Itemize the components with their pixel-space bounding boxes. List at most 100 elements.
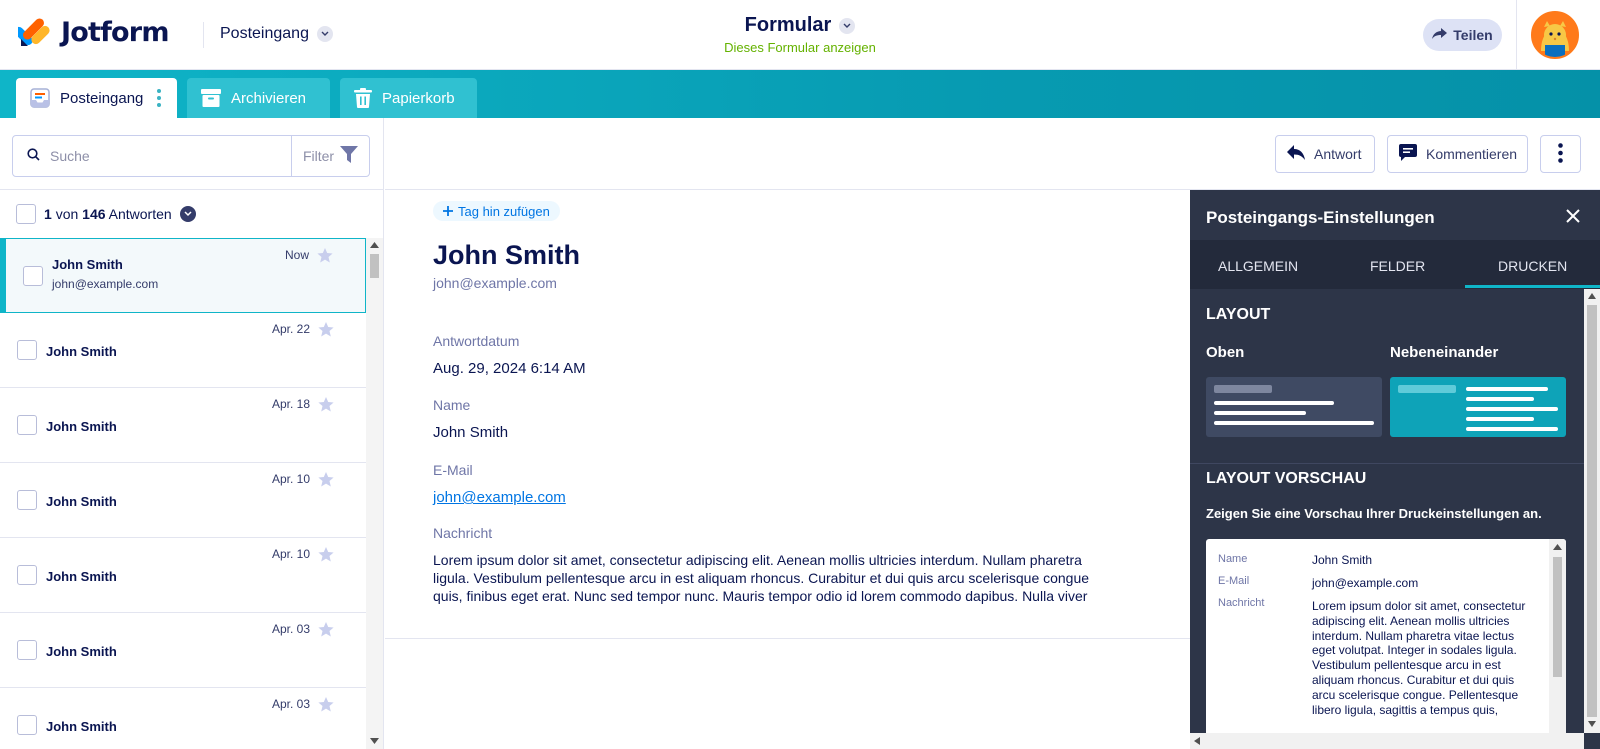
item-checkbox[interactable] bbox=[17, 490, 37, 510]
archive-icon bbox=[201, 88, 221, 108]
item-checkbox[interactable] bbox=[17, 565, 37, 585]
list-item[interactable]: John Smith Apr. 22 bbox=[0, 313, 366, 388]
chevron-down-icon bbox=[839, 17, 856, 34]
panel-tabs: ALLGEMEIN FELDER DRUCKEN bbox=[1190, 240, 1600, 289]
field-value-message: Lorem ipsum dolor sit amet, consectetur … bbox=[433, 552, 1090, 604]
preview-label-message: Nachricht bbox=[1218, 597, 1265, 609]
scroll-down-icon[interactable] bbox=[370, 738, 379, 744]
scroll-left-icon[interactable] bbox=[1194, 737, 1200, 745]
star-icon[interactable] bbox=[318, 547, 334, 567]
user-avatar[interactable] bbox=[1531, 11, 1579, 59]
close-icon[interactable] bbox=[1566, 209, 1580, 228]
reply-button[interactable]: Antwort bbox=[1275, 135, 1375, 173]
chevron-down-icon[interactable] bbox=[179, 206, 196, 222]
star-icon[interactable] bbox=[318, 322, 334, 342]
list-item[interactable]: John Smith Apr. 10 bbox=[0, 538, 366, 613]
search-input[interactable]: Suche bbox=[13, 136, 291, 176]
add-tag-button[interactable]: Tag hin zufügen bbox=[433, 201, 560, 221]
layout-option-top-label: Oben bbox=[1206, 344, 1245, 361]
field-label-message: Nachricht bbox=[433, 525, 493, 541]
submission-detail: Tag hin zufügen John Smith john@example.… bbox=[385, 190, 1190, 640]
jotform-logo[interactable]: Jotform bbox=[14, 16, 169, 48]
star-icon[interactable] bbox=[318, 622, 334, 642]
field-value-date: Aug. 29, 2024 6:14 AM bbox=[433, 360, 586, 377]
more-options-button[interactable] bbox=[1540, 135, 1581, 173]
panel-title: Posteingangs-Einstellungen bbox=[1206, 208, 1435, 227]
star-icon[interactable] bbox=[318, 472, 334, 492]
scroll-up-icon[interactable] bbox=[1588, 293, 1596, 299]
layout-option-side[interactable] bbox=[1390, 377, 1566, 437]
item-checkbox[interactable] bbox=[23, 266, 43, 286]
reply-icon bbox=[1287, 144, 1305, 164]
scrollbar-thumb[interactable] bbox=[370, 254, 379, 278]
comment-button[interactable]: Kommentieren bbox=[1387, 135, 1528, 173]
comment-icon bbox=[1399, 144, 1417, 164]
header-divider bbox=[1516, 0, 1517, 70]
tab-inbox-label: Posteingang bbox=[60, 89, 144, 107]
plus-icon bbox=[443, 204, 453, 219]
tab-more-icon[interactable] bbox=[157, 89, 162, 107]
kebab-menu-icon bbox=[1558, 142, 1563, 166]
search-icon bbox=[27, 148, 40, 164]
tab-print[interactable]: DRUCKEN bbox=[1498, 258, 1567, 274]
field-label-date: Antwortdatum bbox=[433, 333, 520, 349]
preview-value-email: john@example.com bbox=[1312, 576, 1419, 590]
field-label-email: E-Mail bbox=[433, 462, 473, 478]
panel-header: Posteingangs-Einstellungen bbox=[1190, 190, 1600, 240]
view-form-link[interactable]: Dieses Formular anzeigen bbox=[700, 40, 900, 55]
tab-inbox[interactable]: Posteingang bbox=[16, 78, 177, 118]
item-checkbox[interactable] bbox=[17, 415, 37, 435]
tab-fields[interactable]: FELDER bbox=[1370, 258, 1425, 274]
filter-button[interactable]: Filter bbox=[291, 136, 369, 176]
tab-trash-label: Papierkorb bbox=[382, 89, 455, 107]
star-icon[interactable] bbox=[317, 248, 333, 268]
inbox-selector[interactable]: Posteingang bbox=[220, 25, 333, 43]
item-date: Apr. 22 bbox=[271, 322, 310, 336]
item-name: John Smith bbox=[46, 494, 117, 509]
item-name: John Smith bbox=[46, 344, 117, 359]
scroll-up-icon[interactable] bbox=[370, 242, 379, 248]
comment-label: Kommentieren bbox=[1426, 146, 1518, 162]
search-bar: Suche Filter bbox=[12, 135, 370, 177]
form-title-area: Formular Dieses Formular anzeigen bbox=[700, 14, 900, 55]
list-item[interactable]: John Smith Apr. 03 bbox=[0, 688, 366, 749]
list-item[interactable]: John Smith Apr. 18 bbox=[0, 388, 366, 463]
list-scrollbar[interactable] bbox=[366, 238, 383, 749]
submission-list: John Smith john@example.com Now John Smi… bbox=[0, 238, 366, 749]
panel-scrollbar[interactable] bbox=[1584, 289, 1600, 733]
search-placeholder: Suche bbox=[50, 148, 90, 164]
field-value-name: John Smith bbox=[433, 424, 509, 441]
active-tab-indicator bbox=[1465, 285, 1600, 288]
preview-scrollbar[interactable] bbox=[1549, 539, 1566, 749]
preview-value-message: Lorem ipsum dolor sit amet, consectetur … bbox=[1312, 599, 1526, 717]
scrollbar-thumb[interactable] bbox=[1553, 557, 1562, 677]
star-icon[interactable] bbox=[318, 397, 334, 417]
field-value-email-link[interactable]: john@example.com bbox=[433, 489, 566, 506]
app-header: Jotform Posteingang Formular Dieses Form… bbox=[0, 0, 1600, 70]
item-checkbox[interactable] bbox=[17, 640, 37, 660]
form-title-selector[interactable]: Formular bbox=[745, 14, 856, 37]
layout-preview-subtitle: Zeigen Sie eine Vorschau Ihrer Druckeins… bbox=[1206, 506, 1542, 521]
star-icon[interactable] bbox=[318, 697, 334, 717]
item-date: Apr. 10 bbox=[271, 472, 310, 486]
list-item[interactable]: John Smith Apr. 10 bbox=[0, 463, 366, 538]
print-preview: Name John Smith E-Mail john@example.com … bbox=[1206, 539, 1566, 749]
form-title: Formular bbox=[744, 14, 832, 36]
item-checkbox[interactable] bbox=[17, 715, 37, 735]
list-item[interactable]: John Smith john@example.com Now bbox=[0, 238, 366, 313]
detail-divider bbox=[385, 638, 1190, 639]
tab-trash[interactable]: Papierkorb bbox=[340, 78, 477, 118]
share-button[interactable]: Teilen bbox=[1423, 19, 1502, 51]
scroll-up-icon[interactable] bbox=[1553, 544, 1562, 550]
layout-option-top[interactable] bbox=[1206, 377, 1382, 437]
panel-horizontal-scrollbar[interactable] bbox=[1190, 733, 1584, 749]
item-checkbox[interactable] bbox=[17, 340, 37, 360]
scrollbar-thumb[interactable] bbox=[1587, 305, 1597, 717]
tab-archive[interactable]: Archivieren bbox=[187, 78, 330, 118]
list-item[interactable]: John Smith Apr. 03 bbox=[0, 613, 366, 688]
layout-option-side-label: Nebeneinander bbox=[1390, 344, 1499, 361]
select-all-checkbox[interactable] bbox=[16, 204, 36, 224]
scroll-down-icon[interactable] bbox=[1588, 721, 1596, 727]
tab-general[interactable]: ALLGEMEIN bbox=[1218, 258, 1298, 274]
panel-divider bbox=[1190, 463, 1584, 464]
